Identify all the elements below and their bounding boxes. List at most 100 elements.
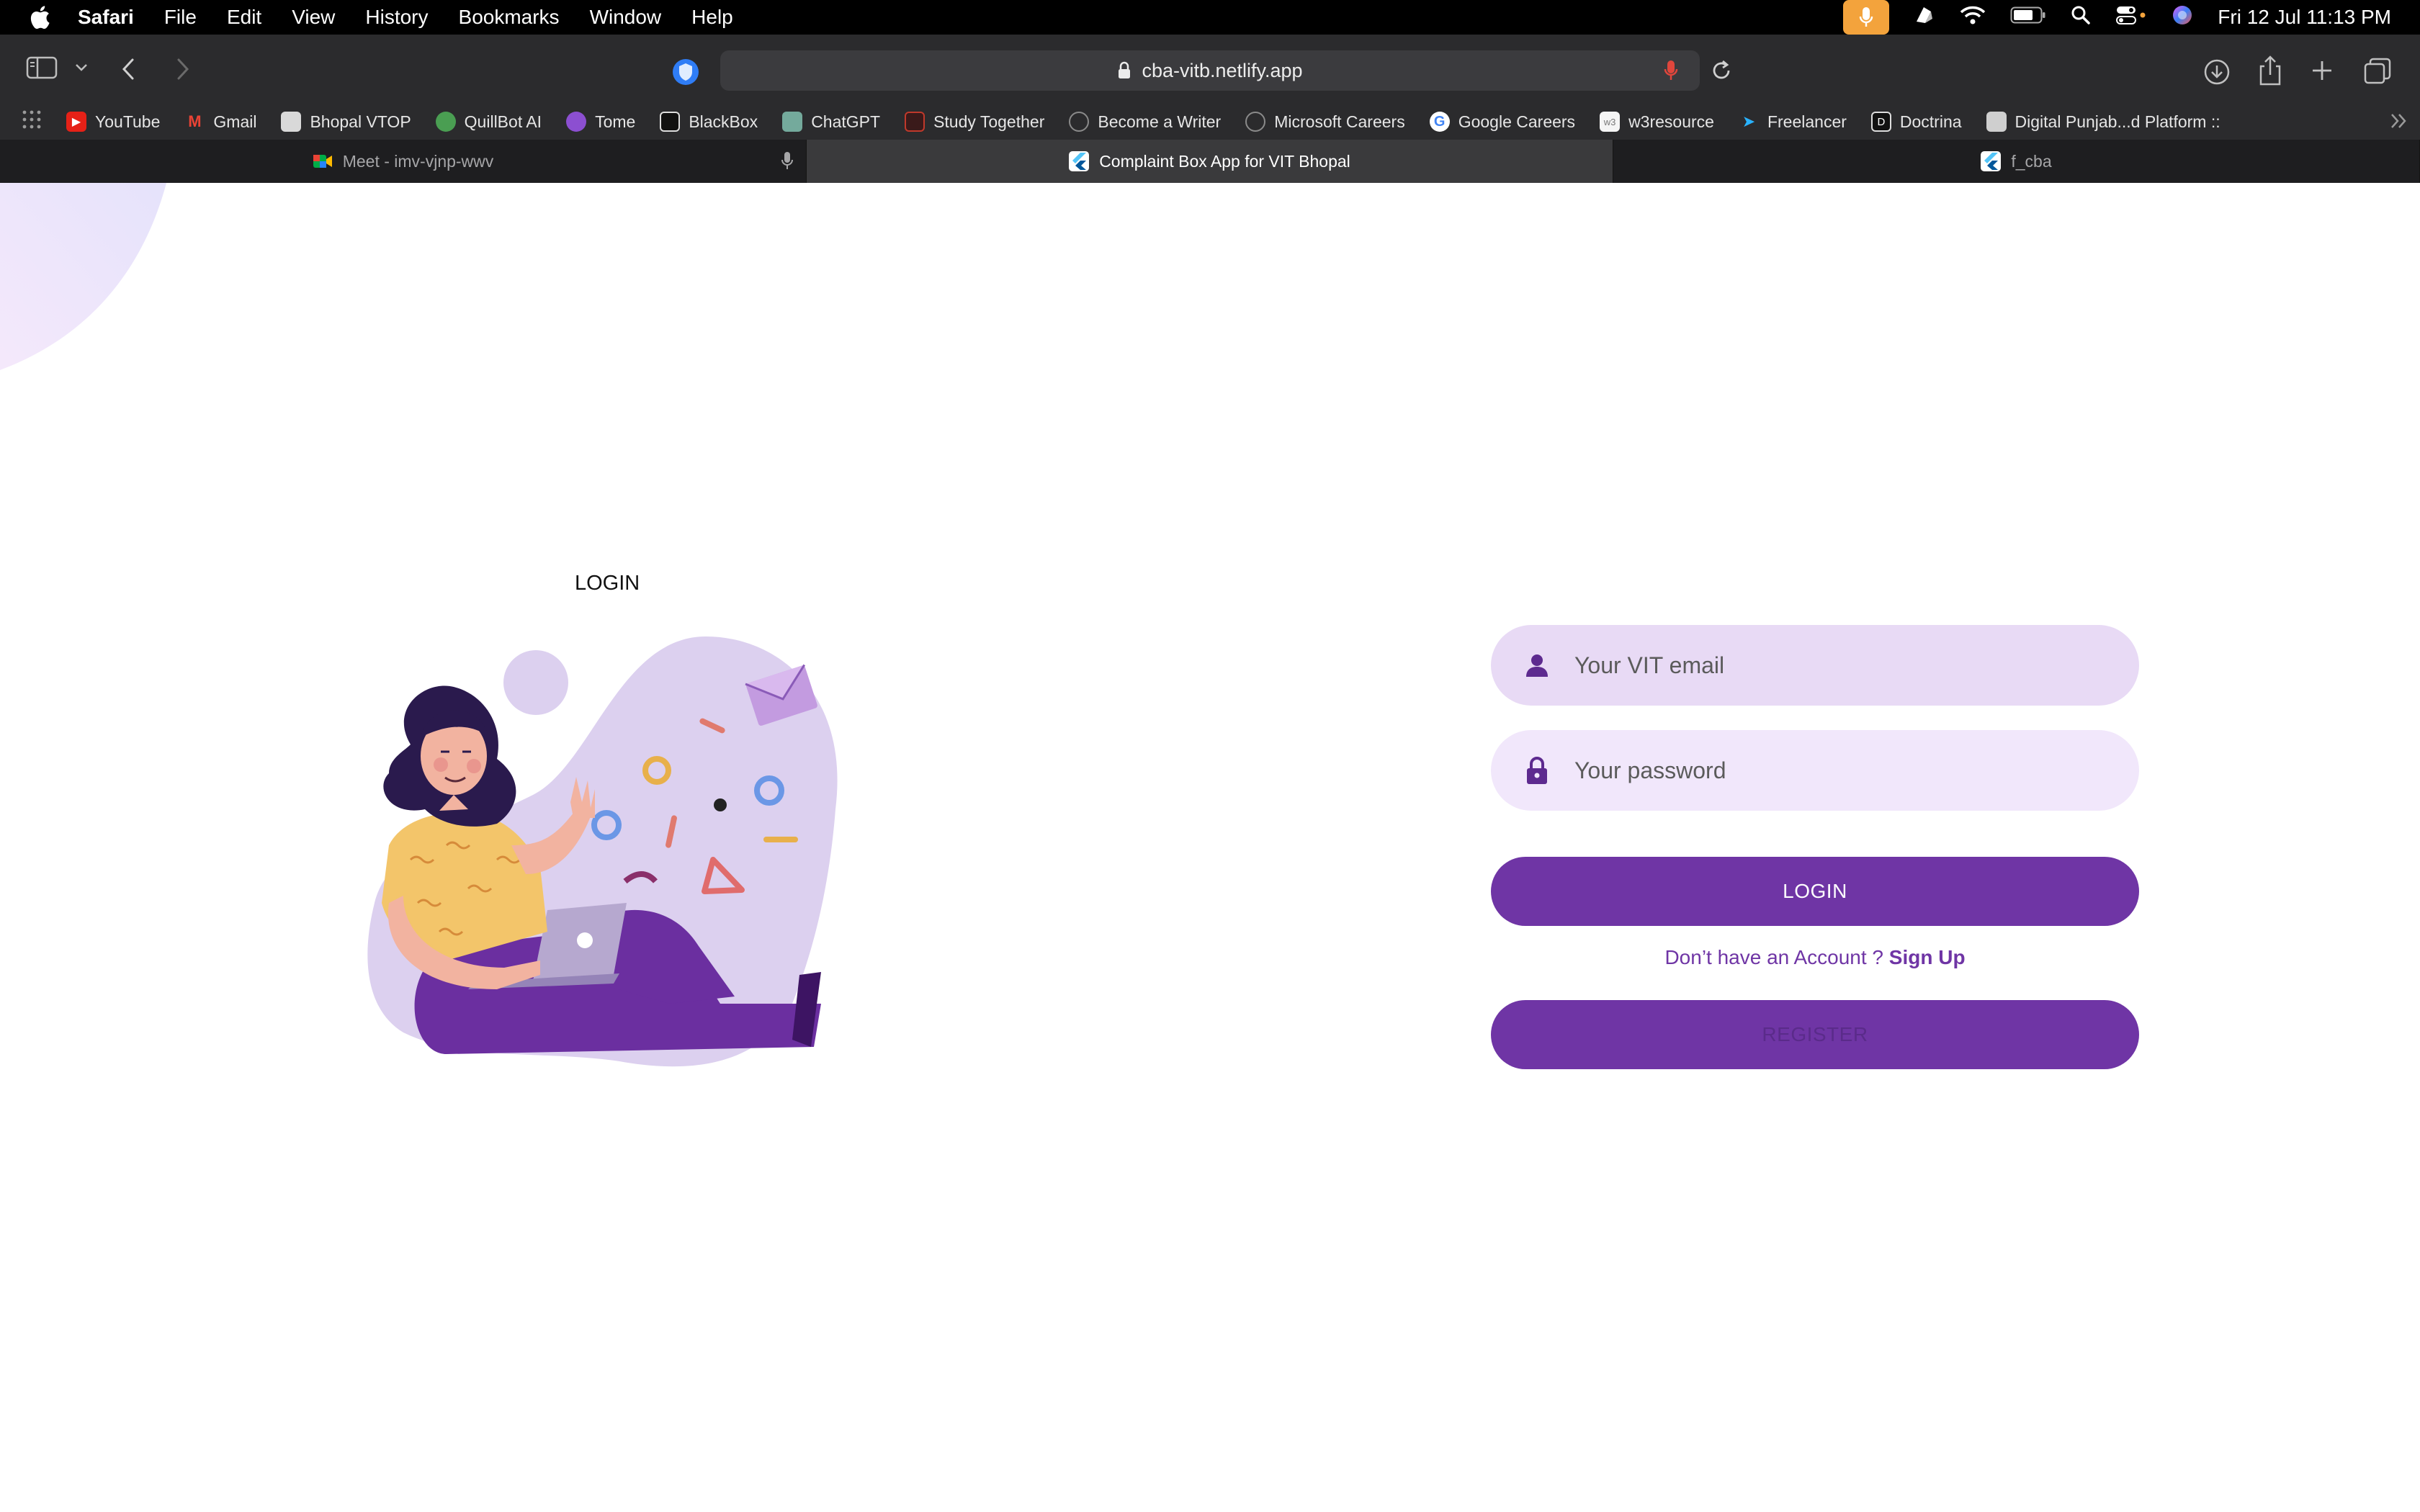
bookmark-chatgpt[interactable]: ChatGPT xyxy=(782,112,880,132)
control-center-icon[interactable] xyxy=(2115,4,2147,31)
extension-icon[interactable] xyxy=(1914,4,1935,31)
no-account-text: Don’t have an Account ? xyxy=(1664,946,1889,968)
login-button[interactable]: LOGIN xyxy=(1491,857,2139,926)
bookmark-gmail[interactable]: M Gmail xyxy=(184,112,256,132)
menu-clock[interactable]: Fri 12 Jul 11:13 PM xyxy=(2218,6,2391,29)
forward-icon[interactable] xyxy=(176,58,190,81)
bookmark-bhopal-vtop[interactable]: Bhopal VTOP xyxy=(281,112,411,132)
apple-icon[interactable] xyxy=(22,0,58,35)
menu-app-safari[interactable]: Safari xyxy=(78,6,134,29)
reload-icon[interactable] xyxy=(1710,59,1733,87)
email-input[interactable] xyxy=(1574,652,2122,679)
w3resource-icon: w3 xyxy=(1600,112,1621,132)
bookmark-label: Tome xyxy=(595,112,636,131)
tab-label: f_cba xyxy=(2011,151,2052,171)
bookmark-google-careers[interactable]: G Google Careers xyxy=(1429,112,1576,132)
decorative-blob xyxy=(0,183,166,370)
google-meet-icon xyxy=(313,151,333,171)
privacy-shield-icon[interactable] xyxy=(671,58,700,86)
tab-meet[interactable]: Meet - imv-vjnp-wwv xyxy=(0,140,807,183)
siri-icon[interactable] xyxy=(2172,4,2193,31)
password-input[interactable] xyxy=(1574,757,2122,784)
punjab-icon xyxy=(1986,112,2007,132)
web-page: LOGIN Your VIT email LOGIN Don’t have an… xyxy=(0,183,2420,1512)
menu-history[interactable]: History xyxy=(365,6,428,29)
bookmark-tome[interactable]: Tome xyxy=(566,112,635,132)
menu-bookmarks[interactable]: Bookmarks xyxy=(459,6,560,29)
bookmark-microsoft-careers[interactable]: Microsoft Careers xyxy=(1245,112,1405,132)
bookmark-label: w3resource xyxy=(1628,112,1714,131)
address-bar[interactable]: cba-vitb.netlify.app xyxy=(720,50,1730,91)
youtube-icon: ▶ xyxy=(66,112,86,132)
bookmark-label: Study Together xyxy=(933,112,1045,131)
register-button[interactable]: REGISTER xyxy=(1491,1000,2139,1069)
vtop-icon xyxy=(281,112,302,132)
downloads-icon[interactable] xyxy=(2202,58,2231,86)
google-icon: G xyxy=(1429,112,1450,132)
menu-edit[interactable]: Edit xyxy=(227,6,261,29)
apps-grid-icon[interactable] xyxy=(22,109,42,134)
bookmark-blackbox[interactable]: BlackBox xyxy=(660,112,758,132)
chevron-down-icon[interactable] xyxy=(75,63,88,72)
wifi-icon[interactable] xyxy=(1960,5,1986,30)
bookmark-label: Google Careers xyxy=(1458,112,1576,131)
person-icon xyxy=(1518,653,1556,678)
menu-file[interactable]: File xyxy=(164,6,197,29)
gmail-icon: M xyxy=(188,112,202,130)
bookmark-label: Gmail xyxy=(213,112,257,131)
bookmark-study-together[interactable]: Study Together xyxy=(905,112,1044,132)
bookmark-quillbot[interactable]: QuillBot AI xyxy=(435,112,542,132)
bookmark-freelancer[interactable]: ➤ Freelancer xyxy=(1739,112,1847,132)
password-field[interactable] xyxy=(1491,730,2139,811)
menu-window[interactable]: Window xyxy=(590,6,662,29)
globe-icon xyxy=(1069,112,1090,132)
bookmark-w3resource[interactable]: w3 w3resource xyxy=(1600,112,1714,132)
microphone-in-use-icon[interactable] xyxy=(1843,0,1890,35)
bookmark-label: Microsoft Careers xyxy=(1274,112,1405,131)
tab-overview-icon[interactable] xyxy=(2364,58,2391,85)
bookmarks-bar: ▶ YouTube M Gmail Bhopal VTOP QuillBot AI … xyxy=(0,104,2420,140)
lock-icon xyxy=(1518,756,1556,785)
lock-icon xyxy=(1117,61,1131,80)
bookmark-label: YouTube xyxy=(95,112,161,131)
sidebar-toggle-icon[interactable] xyxy=(26,56,58,79)
quillbot-icon xyxy=(435,112,456,132)
bookmark-doctrina[interactable]: D Doctrina xyxy=(1870,112,1962,132)
study-together-icon xyxy=(905,112,926,132)
bookmark-digital-punjab[interactable]: Digital Punjab...d Platform :: xyxy=(1986,112,2220,132)
bookmark-label: ChatGPT xyxy=(811,112,881,131)
sign-up-link[interactable]: Sign Up xyxy=(1889,946,1966,968)
tab-label: Complaint Box App for VIT Bhopal xyxy=(1099,151,1350,171)
signup-prompt: Don’t have an Account ? Sign Up xyxy=(1491,946,2139,969)
menu-help[interactable]: Help xyxy=(691,6,733,29)
bookmark-youtube[interactable]: ▶ YouTube xyxy=(66,112,160,132)
menu-bar: Safari File Edit View History Bookmarks … xyxy=(0,0,2420,35)
freelancer-icon: ➤ xyxy=(1742,112,1756,130)
tab-f-cba[interactable]: f_cba xyxy=(1613,140,2420,183)
bookmark-label: Doctrina xyxy=(1899,112,1962,131)
bookmark-become-a-writer[interactable]: Become a Writer xyxy=(1069,112,1221,132)
share-icon[interactable] xyxy=(2257,55,2283,86)
spotlight-search-icon[interactable] xyxy=(2071,5,2091,30)
url-text: cba-vitb.netlify.app xyxy=(1142,59,1303,81)
tab-microphone-icon[interactable] xyxy=(781,151,793,174)
menu-view[interactable]: View xyxy=(292,6,335,29)
bookmark-label: QuillBot AI xyxy=(464,112,542,131)
bookmark-label: Freelancer xyxy=(1767,112,1847,131)
tab-label: Meet - imv-vjnp-wwv xyxy=(342,151,494,171)
new-tab-icon[interactable] xyxy=(2311,59,2334,82)
login-title: LOGIN xyxy=(575,572,640,595)
flutter-icon xyxy=(1069,151,1090,171)
voice-input-icon[interactable] xyxy=(1664,59,1678,87)
more-bookmarks-icon[interactable] xyxy=(2390,112,2408,134)
back-icon[interactable] xyxy=(121,58,135,81)
tab-complaint-box[interactable]: Complaint Box App for VIT Bhopal xyxy=(807,140,1613,183)
bookmark-label: Digital Punjab...d Platform :: xyxy=(2015,112,2220,131)
tome-icon xyxy=(566,112,587,132)
battery-icon[interactable] xyxy=(2010,6,2046,29)
blackbox-icon xyxy=(660,112,681,132)
tab-bar: Meet - imv-vjnp-wwv Complaint Box App fo… xyxy=(0,140,2420,183)
doctrina-icon: D xyxy=(1870,112,1891,132)
email-field[interactable] xyxy=(1491,625,2139,706)
bookmark-label: Bhopal VTOP xyxy=(310,112,411,131)
